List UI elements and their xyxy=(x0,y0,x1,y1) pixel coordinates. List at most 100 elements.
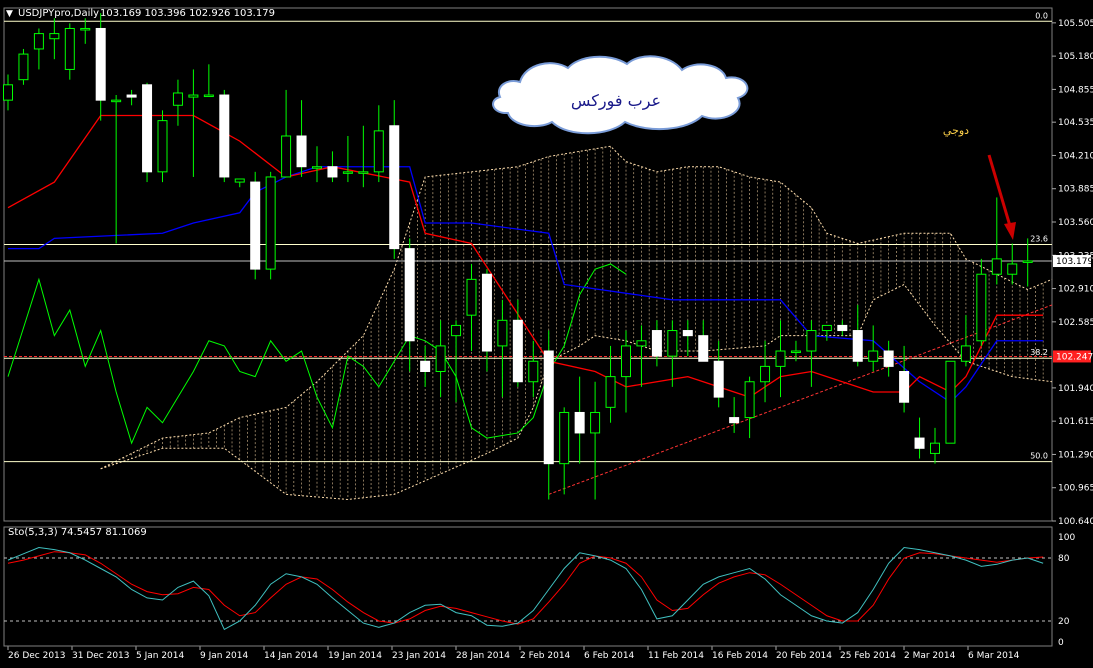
candle-body xyxy=(251,182,260,269)
candle-body xyxy=(683,331,692,336)
candle-body xyxy=(791,351,800,353)
y-tick-label: 102.585 xyxy=(1058,318,1093,328)
candle-body xyxy=(266,177,275,269)
candle-body xyxy=(405,249,414,341)
y-tick-label: 104.535 xyxy=(1058,118,1093,128)
y-tick-label: 101.940 xyxy=(1058,384,1093,394)
candle-body xyxy=(730,418,739,423)
x-tick-label: 26 Dec 2013 xyxy=(8,651,66,661)
fib-level-label: 50.0 xyxy=(1030,452,1048,461)
candle-body xyxy=(869,351,878,361)
candle-body xyxy=(961,346,970,361)
candle-body xyxy=(81,28,90,30)
candle-body xyxy=(343,172,352,174)
candle-body xyxy=(50,34,59,39)
fib-level-label: 23.6 xyxy=(1030,235,1048,244)
candle-body xyxy=(359,172,368,174)
candle-body xyxy=(4,85,13,100)
candle-body xyxy=(1023,261,1032,263)
candle-body xyxy=(529,361,538,381)
candle-body xyxy=(204,95,213,97)
candle-body xyxy=(65,28,74,69)
candle-body xyxy=(652,331,661,357)
candle-body xyxy=(946,361,955,443)
candle-body xyxy=(992,259,1001,274)
y-tick-label: 103.885 xyxy=(1058,185,1093,195)
candle-body xyxy=(374,131,383,172)
candle-body xyxy=(900,372,909,403)
candle-body xyxy=(637,341,646,346)
y-tick-label: 102.910 xyxy=(1058,285,1093,295)
candle-body xyxy=(297,136,306,167)
dropdown-icon[interactable]: ▼ xyxy=(6,9,13,19)
candle-body xyxy=(127,95,136,97)
candle-body xyxy=(19,54,28,80)
stoch-tick-label: 20 xyxy=(1058,617,1070,627)
candle-body xyxy=(235,179,244,182)
stoch-tick-label: 100 xyxy=(1058,533,1075,543)
y-tick-label: 104.855 xyxy=(1058,85,1093,95)
candle-body xyxy=(853,331,862,362)
cloud-text: عرب فوركس xyxy=(571,91,661,111)
candle-body xyxy=(390,126,399,249)
x-tick-label: 5 Jan 2014 xyxy=(136,651,184,661)
candle-body xyxy=(189,95,198,97)
candle-body xyxy=(622,346,631,377)
candle-body xyxy=(575,412,584,432)
candle-body xyxy=(776,351,785,366)
candle-body xyxy=(34,34,43,49)
support-tag-label: 102.247 xyxy=(1056,352,1093,362)
x-tick-label: 25 Feb 2014 xyxy=(840,651,896,661)
x-tick-label: 16 Feb 2014 xyxy=(712,651,768,661)
y-tick-label: 105.180 xyxy=(1058,52,1093,62)
candle-body xyxy=(822,325,831,330)
candle-body xyxy=(591,412,600,432)
x-tick-label: 28 Jan 2014 xyxy=(456,651,510,661)
chart-root[interactable]: 105.505105.180104.855104.535104.210103.8… xyxy=(0,0,1093,664)
x-tick-label: 14 Jan 2014 xyxy=(264,651,318,661)
candle-body xyxy=(96,28,105,100)
x-tick-label: 2 Feb 2014 xyxy=(520,651,571,661)
x-tick-label: 9 Jan 2014 xyxy=(200,651,248,661)
stoch-tick-label: 0 xyxy=(1058,638,1064,648)
candle-body xyxy=(220,95,229,177)
x-tick-label: 6 Feb 2014 xyxy=(584,651,635,661)
doji-label: دوجي xyxy=(943,124,969,137)
candle-body xyxy=(745,382,754,418)
candle-body xyxy=(452,325,461,335)
candle-body xyxy=(977,274,986,341)
candle-body xyxy=(606,377,615,408)
y-tick-label: 101.290 xyxy=(1058,450,1093,460)
candle-body xyxy=(544,351,553,464)
ohlc-readout: 103.169 103.396 102.926 103.179 xyxy=(100,8,275,19)
candle-body xyxy=(884,351,893,366)
candle-body xyxy=(931,443,940,453)
price-tag: 103.179 xyxy=(1053,255,1093,267)
y-tick-label: 100.640 xyxy=(1058,517,1093,527)
x-tick-label: 20 Feb 2014 xyxy=(776,651,832,661)
candle-body xyxy=(714,361,723,397)
candle-body xyxy=(421,361,430,371)
stoch-label: Sto(5,3,3) 74.5457 81.1069 xyxy=(8,527,147,538)
x-tick-label: 31 Dec 2013 xyxy=(72,651,130,661)
x-tick-label: 23 Jan 2014 xyxy=(392,651,446,661)
fib-level-label: 38.2 xyxy=(1030,348,1048,357)
candle-body xyxy=(498,320,507,346)
candle-body xyxy=(313,167,322,169)
chart-canvas[interactable]: 105.505105.180104.855104.535104.210103.8… xyxy=(0,0,1093,664)
candle-body xyxy=(668,331,677,357)
candle-body xyxy=(467,279,476,315)
candle-body xyxy=(482,274,491,351)
candle-body xyxy=(699,336,708,362)
candle-body xyxy=(158,121,167,172)
y-tick-label: 101.615 xyxy=(1058,417,1093,427)
candle-body xyxy=(173,93,182,105)
support-tag: 102.247 xyxy=(1053,350,1093,362)
x-tick-label: 2 Mar 2014 xyxy=(904,651,956,661)
symbol-title: USDJPYpro,Daily xyxy=(18,8,99,19)
price-tag-label: 103.179 xyxy=(1056,257,1093,267)
candle-body xyxy=(513,320,522,381)
x-tick-label: 11 Feb 2014 xyxy=(648,651,704,661)
y-tick-label: 104.210 xyxy=(1058,151,1093,161)
candle-body xyxy=(915,438,924,448)
